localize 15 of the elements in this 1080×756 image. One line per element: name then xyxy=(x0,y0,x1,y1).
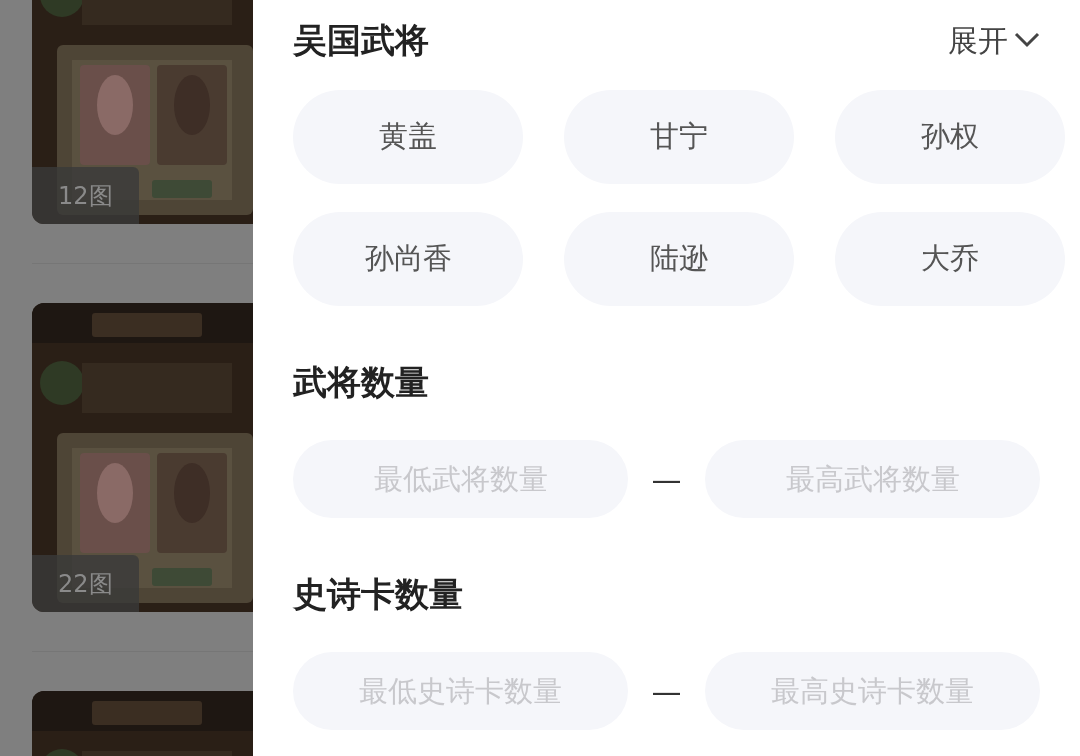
chevron-down-icon xyxy=(1014,32,1040,48)
section-title: 武将数量 xyxy=(293,360,429,404)
filter-chip[interactable]: 陆逊 xyxy=(564,212,794,306)
image-count-badge: 22图 xyxy=(32,555,139,612)
section-title: 吴国武将 xyxy=(293,18,429,62)
filter-chip[interactable]: 甘宁 xyxy=(564,90,794,184)
filter-chip[interactable]: 孙权 xyxy=(835,90,1065,184)
filter-chip[interactable]: 孙尚香 xyxy=(293,212,523,306)
filter-chip[interactable]: 大乔 xyxy=(835,212,1065,306)
range-separator: — xyxy=(651,672,682,711)
image-count-badge: 12图 xyxy=(32,167,139,224)
range-separator: — xyxy=(651,460,682,499)
section-title: 史诗卡数量 xyxy=(293,572,463,616)
filter-chip[interactable]: 黄盖 xyxy=(293,90,523,184)
expand-toggle[interactable]: 展开 xyxy=(948,17,1040,63)
